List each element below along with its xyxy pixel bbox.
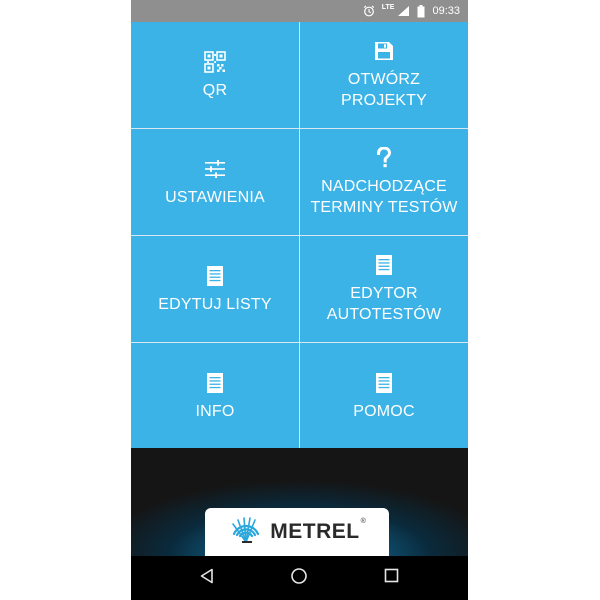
tile-upcoming-tests[interactable]: NADCHODZĄCE TERMINY TESTÓW (300, 129, 468, 235)
network-type: LTE (381, 4, 395, 11)
tile-label: EDYTOR AUTOTESTÓW (326, 285, 442, 323)
question-mark-icon (372, 146, 396, 170)
tile-info[interactable]: INFO (131, 343, 299, 449)
navigation-bar (131, 556, 468, 600)
main-menu-grid: QR OTWÓRZ PROJEKTY USTAWIENIA NADCHODZĄC… (131, 22, 468, 449)
document-icon (203, 371, 227, 395)
brand-area: METREL ® (131, 448, 468, 556)
document-icon (372, 371, 396, 395)
back-button[interactable] (187, 558, 227, 598)
tile-edit-lists[interactable]: EDYTUJ LISTY (131, 236, 299, 342)
tile-autotest-editor[interactable]: EDYTOR AUTOTESTÓW (300, 236, 468, 342)
tile-label: QR (202, 81, 228, 99)
floppy-disk-icon (372, 39, 396, 63)
signal-icon (397, 5, 410, 17)
tile-label: NADCHODZĄCE TERMINY TESTÓW (310, 178, 458, 216)
metrel-logo: METREL ® (205, 508, 389, 556)
tile-qr[interactable]: QR (131, 22, 299, 128)
phone-screen: LTE 09:33 QR OTWÓRZ PROJEKTY USTAWIENIA … (131, 0, 468, 600)
home-icon (290, 567, 308, 590)
document-icon (372, 253, 396, 277)
tile-open-projects[interactable]: OTWÓRZ PROJEKTY (300, 22, 468, 128)
recents-icon (384, 568, 399, 588)
status-bar: LTE 09:33 (131, 0, 468, 22)
tile-help[interactable]: POMOC (300, 343, 468, 449)
clock: 09:33 (432, 5, 460, 17)
alarm-icon (363, 5, 375, 17)
qr-code-icon (203, 50, 227, 74)
recents-button[interactable] (372, 558, 412, 598)
metrel-emblem-icon (228, 514, 264, 551)
sliders-icon (203, 157, 227, 181)
logo-text: METREL (270, 520, 360, 543)
tile-label: INFO (195, 402, 235, 420)
tile-settings[interactable]: USTAWIENIA (131, 129, 299, 235)
tile-label: USTAWIENIA (165, 188, 265, 206)
tile-label: OTWÓRZ PROJEKTY (340, 71, 428, 109)
document-icon (203, 264, 227, 288)
back-icon (199, 568, 215, 589)
home-button[interactable] (279, 558, 319, 598)
registered-mark: ® (360, 518, 366, 525)
tile-label: EDYTUJ LISTY (158, 295, 272, 313)
battery-icon (417, 4, 425, 18)
tile-label: POMOC (353, 402, 415, 420)
